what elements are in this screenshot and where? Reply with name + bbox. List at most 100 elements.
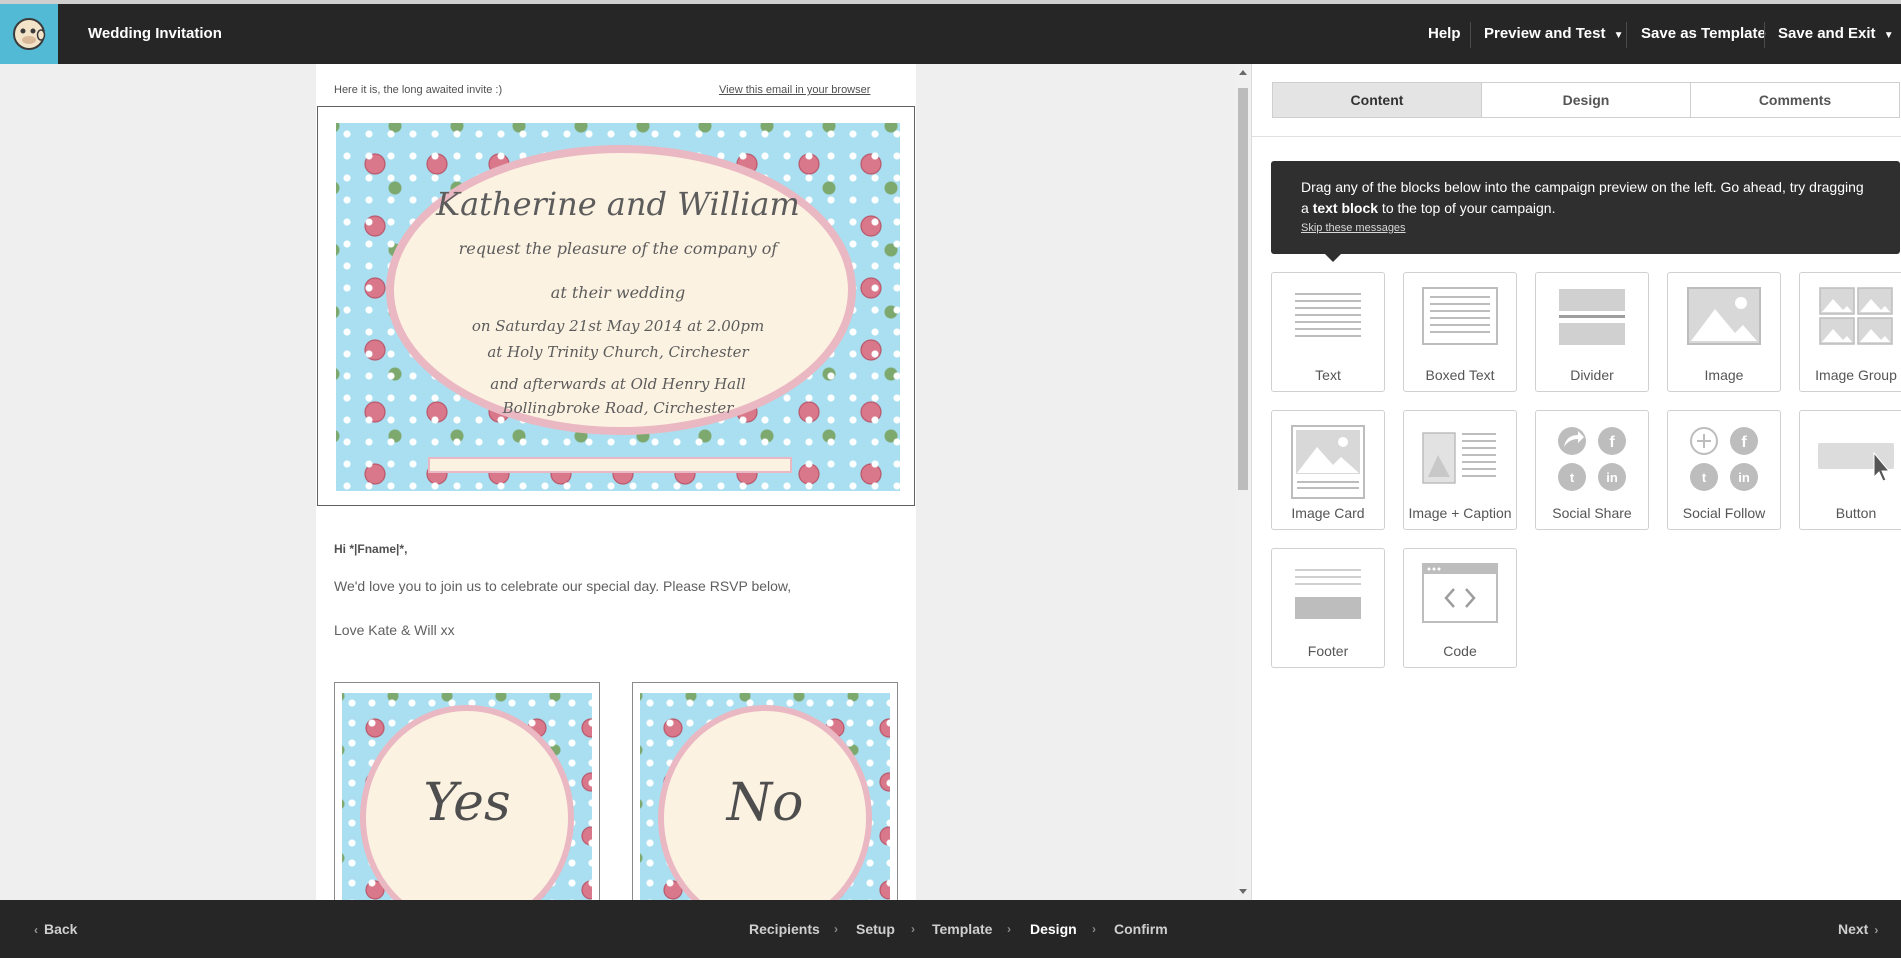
step-confirm[interactable]: Confirm [1114, 900, 1168, 958]
svg-text:in: in [1606, 470, 1618, 485]
image-group-block-icon [1800, 287, 1901, 351]
drag-tip-message: Drag any of the blocks below into the ca… [1271, 161, 1900, 262]
preheader-text[interactable]: Here it is, the long awaited invite :) [334, 84, 502, 96]
block-label: Image Card [1291, 505, 1365, 521]
top-bar: Wedding Invitation Help Preview and Test… [0, 0, 1901, 64]
scroll-thumb[interactable] [1238, 88, 1248, 490]
next-button[interactable]: Next › [1838, 900, 1878, 958]
social-share-block-icon: f t in [1536, 425, 1648, 491]
svg-text:t: t [1702, 470, 1707, 485]
chevron-right-icon: › [1092, 922, 1096, 936]
save-and-exit-menu[interactable]: Save and Exit ▼ [1778, 4, 1894, 64]
social-follow-block-icon: f t in [1668, 425, 1780, 491]
svg-text:t: t [1570, 470, 1575, 485]
chevron-down-icon: ▼ [1883, 30, 1894, 41]
chevron-right-icon: › [911, 922, 915, 936]
block-label: Text [1315, 367, 1341, 383]
footer-block-icon [1272, 563, 1384, 627]
rsvp-no-block[interactable]: No [632, 682, 898, 900]
block-button[interactable]: Button [1799, 410, 1901, 530]
panel-tabs: Content Design Comments [1272, 82, 1900, 118]
step-recipients[interactable]: Recipients [749, 900, 820, 958]
body-text[interactable]: We'd love you to join us to celebrate ou… [334, 578, 791, 594]
app-title: Wedding Invitation [88, 25, 222, 42]
step-setup[interactable]: Setup [856, 900, 895, 958]
block-text[interactable]: Text [1271, 272, 1385, 392]
chevron-right-icon: › [1007, 922, 1011, 936]
block-image-card[interactable]: Image Card [1271, 410, 1385, 530]
greeting-text[interactable]: Hi *|Fname|*, [334, 542, 407, 556]
invite-line: request the pleasure of the company of [458, 239, 778, 258]
chevron-right-icon: › [1874, 923, 1879, 937]
view-in-browser-link[interactable]: View this email in your browser [719, 84, 870, 96]
tab-comments[interactable]: Comments [1691, 83, 1899, 117]
invite-line: Bollingbroke Road, Circhester [502, 399, 734, 417]
block-label: Image [1704, 367, 1744, 383]
help-link[interactable]: Help [1428, 4, 1461, 64]
chevron-left-icon: ‹ [34, 923, 38, 937]
invite-line: at their wedding [550, 283, 686, 302]
header-image-block[interactable]: Katherine and William request the pleasu… [317, 106, 915, 506]
campaign-preview: Here it is, the long awaited invite :) V… [0, 64, 1251, 900]
button-block-icon [1800, 425, 1901, 489]
invite-line: and afterwards at Old Henry Hall [490, 375, 746, 393]
image-block-icon [1668, 287, 1780, 351]
rsvp-no-label: No [726, 773, 804, 833]
tab-content[interactable]: Content [1273, 83, 1482, 117]
rsvp-yes-image: Yes [342, 693, 592, 900]
block-label: Image Group [1815, 367, 1897, 383]
editor-panel: Content Design Comments Drag any of the … [1251, 64, 1901, 900]
rsvp-yes-block[interactable]: Yes [334, 682, 600, 900]
svg-text:in: in [1738, 470, 1750, 485]
invite-line: at Holy Trinity Church, Circhester [487, 343, 749, 361]
code-block-icon [1404, 563, 1516, 627]
block-boxed-text[interactable]: Boxed Text [1403, 272, 1517, 392]
back-label: Back [44, 921, 78, 937]
back-button[interactable]: ‹ Back [34, 900, 77, 958]
signoff-text[interactable]: Love Kate & Will xx [334, 622, 455, 638]
skip-messages-link[interactable]: Skip these messages [1301, 219, 1870, 237]
chevron-down-icon: ▼ [1613, 30, 1624, 41]
tab-design[interactable]: Design [1482, 83, 1691, 117]
block-label: Code [1443, 643, 1477, 659]
preview-scrollbar[interactable] [1235, 64, 1251, 900]
block-image[interactable]: Image [1667, 272, 1781, 392]
block-image-caption[interactable]: Image + Caption [1403, 410, 1517, 530]
block-code[interactable]: Code [1403, 548, 1517, 668]
next-label: Next [1838, 921, 1869, 937]
block-social-share[interactable]: f t in Social Share [1535, 410, 1649, 530]
step-template[interactable]: Template [932, 900, 992, 958]
image-card-block-icon [1272, 425, 1384, 499]
invite-line: on Saturday 21st May 2014 at 2.00pm [471, 317, 765, 335]
chimp-logo-icon[interactable] [0, 4, 58, 64]
invite-names: Katherine and William [436, 185, 800, 223]
scroll-down-arrow-icon[interactable] [1239, 889, 1247, 894]
block-label: Button [1835, 505, 1877, 521]
save-as-template-button[interactable]: Save as Template [1641, 4, 1766, 64]
block-label: Social Share [1552, 505, 1632, 521]
block-label: Footer [1307, 643, 1349, 659]
divider-block-icon [1536, 287, 1648, 351]
topbar-divider [1626, 22, 1627, 48]
block-divider[interactable]: Divider [1535, 272, 1649, 392]
block-label: Boxed Text [1425, 367, 1495, 383]
scroll-up-arrow-icon[interactable] [1239, 70, 1247, 75]
topbar-divider [1470, 22, 1471, 48]
preview-and-test-menu[interactable]: Preview and Test ▼ [1484, 4, 1624, 64]
preview-and-test-label: Preview and Test [1484, 25, 1606, 42]
block-label: Social Follow [1682, 505, 1766, 521]
step-design[interactable]: Design [1030, 900, 1077, 958]
svg-text:f: f [1741, 434, 1747, 451]
rsvp-no-image: No [640, 693, 890, 900]
bottom-bar: ‹ Back Recipients › Setup › Template › De… [0, 900, 1901, 958]
svg-text:f: f [1609, 434, 1615, 451]
block-footer[interactable]: Footer [1271, 548, 1385, 668]
boxed-text-block-icon [1404, 287, 1516, 351]
block-label: Divider [1570, 367, 1614, 383]
tabs-divider [1252, 136, 1901, 137]
block-social-follow[interactable]: f t in Social Follow [1667, 410, 1781, 530]
email-canvas: Here it is, the long awaited invite :) V… [316, 64, 916, 900]
invite-ribbon [428, 457, 792, 473]
tip-arrow [1325, 254, 1341, 262]
block-image-group[interactable]: Image Group [1799, 272, 1901, 392]
